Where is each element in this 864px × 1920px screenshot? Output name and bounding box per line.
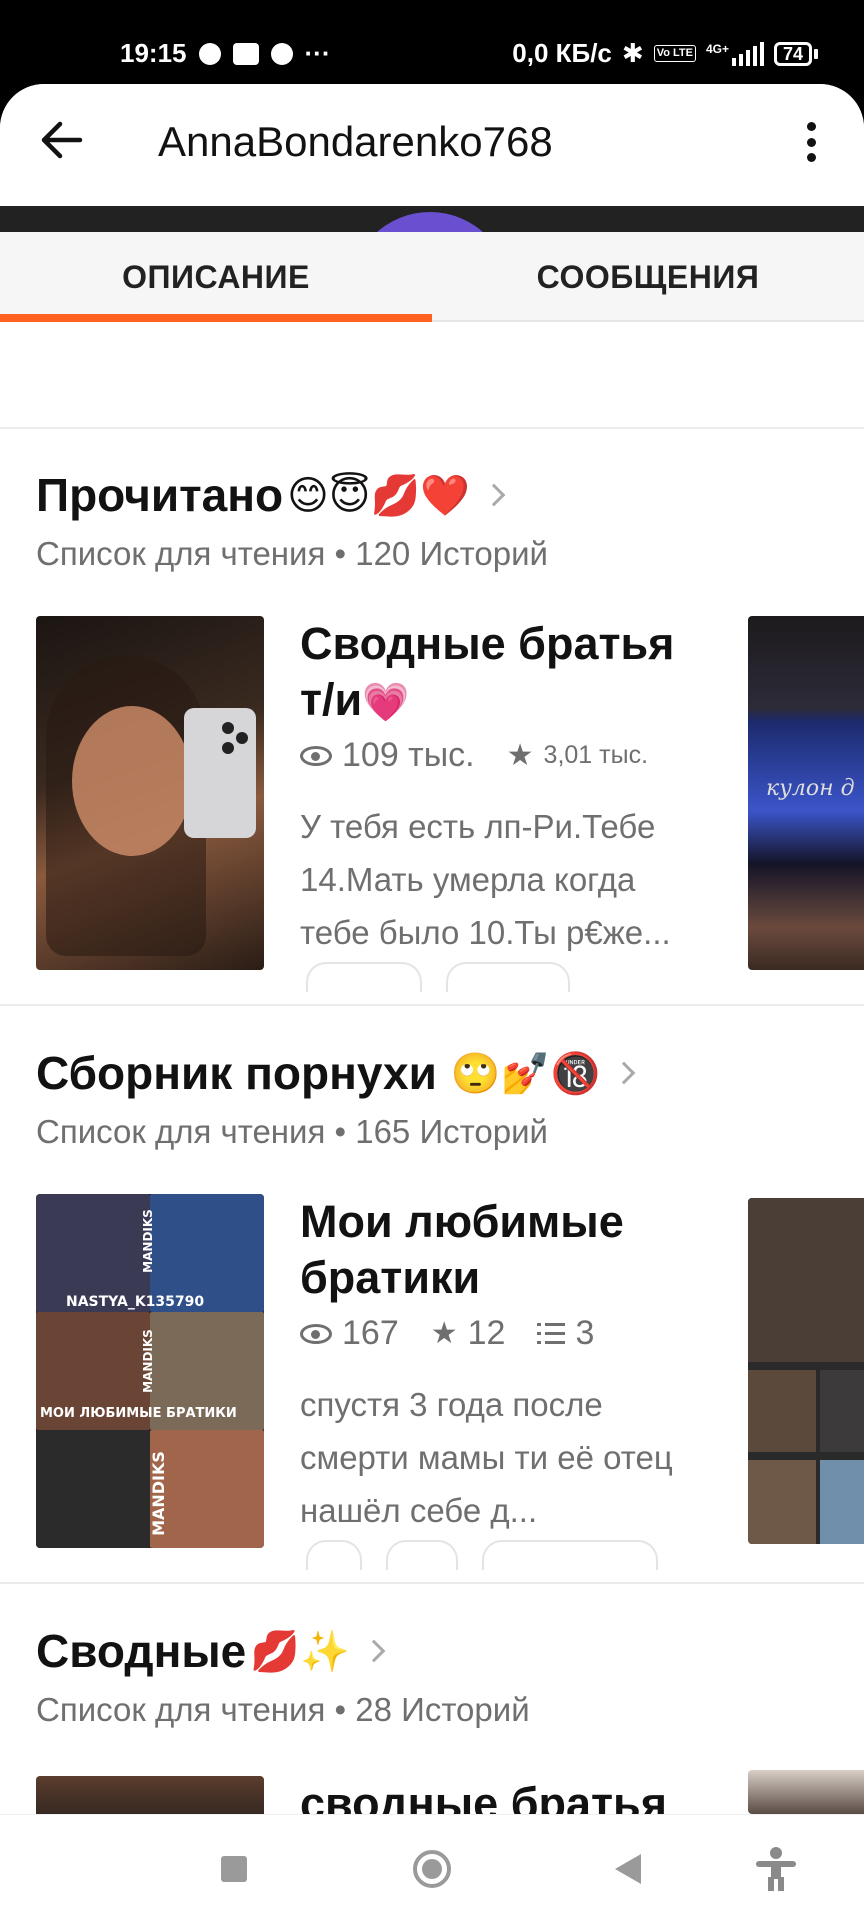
home-button[interactable] [404,1841,460,1897]
status-left: 19:15 ··· [120,38,330,69]
divider [0,427,864,429]
tab-description[interactable]: ОПИСАНИЕ [0,232,432,322]
square-icon [221,1856,247,1882]
next-story-cover[interactable]: кулон д [748,616,864,970]
story-cover[interactable]: NASTYA_K135790 MANDIKS MANDIKS МОИ ЛЮБИМ… [36,1194,264,1548]
profile-username: AnnaBondarenko768 [158,118,553,165]
reading-list-emoji: 🙄💅🔞 [450,1050,601,1097]
status-right: 0,0 КБ/с ✱ Vo LTE 4G+ 74 [512,38,818,69]
star-icon: ★ [430,1315,458,1351]
signal-icon: 4G+ [705,41,764,66]
votes-count: 12 [467,1314,506,1352]
story-title[interactable]: Мои любимые братики [300,1194,720,1306]
tag-pill[interactable] [306,962,422,992]
cover-text: MANDIKS [140,1329,155,1393]
views-stat: 167 [300,1314,399,1353]
views-count: 109 тыс. [342,736,475,774]
chevron-right-icon [362,1639,386,1663]
back-button[interactable] [36,114,88,166]
story-title-emoji: 💗 [362,680,410,724]
more-notifications: ··· [304,38,331,68]
story-cover[interactable] [36,1776,264,1814]
votes-stat: ★ 3,01 тыс. [506,737,649,773]
accessibility-icon [756,1847,796,1891]
eye-icon [300,745,332,766]
story-stats: 109 тыс. ★ 3,01 тыс. [300,736,680,775]
cover-text: MANDIKS [148,1451,168,1536]
story-description: спустя 3 года после смерти мамы ти её от… [300,1386,673,1529]
parts-count: 3 [575,1314,595,1352]
app-header: AnnaBondarenko768 [0,84,864,206]
triangle-back-icon [615,1854,641,1884]
profile-cover [0,206,864,232]
cover-text: MANDIKS [140,1209,155,1273]
story-title-text: Сводные братья т/и [300,618,675,725]
battery-level: 74 [773,41,812,66]
reading-list-title[interactable]: Сборник порнухи 🙄💅🔞 [36,1046,636,1100]
parts-stat: 3 [537,1314,594,1353]
network-speed: 0,0 КБ/с [512,38,612,68]
reading-list-subtitle: Список для чтения • 165 Историй [36,1113,548,1150]
star-icon: ★ [506,737,534,773]
chevron-right-icon [482,483,506,507]
video-notification-icon [232,42,259,65]
reading-list-subtitle: Список для чтения • 28 Историй [36,1691,530,1728]
story-tags [306,962,570,992]
cover-text: NASTYA_K135790 [66,1294,205,1310]
reading-list-name: Прочитано [36,469,284,521]
circle-icon [413,1850,451,1888]
story-title[interactable]: Сводные братья т/и💗 [300,616,720,730]
more-options-icon[interactable] [796,118,826,166]
story-tags [306,1540,658,1570]
reading-list-emoji: 😊😇💋❤️ [287,472,471,519]
bluetooth-icon: ✱ [621,38,644,69]
views-stat: 109 тыс. [300,736,475,775]
story-stats: 167 ★ 12 3 [300,1314,626,1353]
votes-count: 3,01 тыс. [543,741,649,769]
list-icon [537,1322,566,1345]
reading-list-name: Сводные [36,1625,247,1677]
reading-list-subtitle: Список для чтения • 120 Историй [36,535,548,572]
system-navigation-bar [0,1814,864,1920]
volte-badge: Vo LTE [653,45,696,62]
story-cover[interactable] [36,616,264,970]
network-type: 4G+ [705,41,729,56]
reading-list-name: Сборник порнухи [36,1047,437,1099]
reading-list-emoji: 💋✨ [250,1628,350,1675]
recents-button[interactable] [206,1841,262,1897]
tag-pill[interactable] [306,1540,362,1570]
next-story-cover[interactable] [748,1770,864,1814]
system-back-button[interactable] [600,1841,656,1897]
battery-icon: 74 [773,41,818,66]
tag-pill[interactable] [386,1540,458,1570]
next-story-cover[interactable] [748,1198,864,1544]
profile-tabs: ОПИСАНИЕ СООБЩЕНИЯ [0,232,864,322]
tag-pill[interactable] [446,962,570,992]
views-count: 167 [342,1314,399,1352]
avatar[interactable] [350,212,510,232]
cover-text: МОИ ЛЮБИМЫЕ БРАТИКИ [40,1406,237,1421]
umbrella-notification-icon [270,42,293,65]
active-tab-indicator [0,314,432,322]
reading-list-title[interactable]: Сводные 💋✨ [36,1624,386,1678]
tag-pill[interactable] [482,1540,658,1570]
arrow-left-icon [41,121,83,159]
votes-stat: ★ 12 [431,1314,506,1353]
reading-list-title[interactable]: Прочитано 😊😇💋❤️ [36,468,506,522]
status-bar: 19:15 ··· 0,0 КБ/с ✱ Vo LTE 4G+ 74 [0,0,864,84]
chat-notification-icon [198,42,221,65]
divider [0,1582,864,1584]
story-description: У тебя есть лп-Ри.Тебе 14.Мать умерла ко… [300,808,671,951]
chevron-right-icon [612,1061,636,1085]
next-story-cover-caption: кулон д [766,776,855,801]
story-title[interactable]: сводные братья [300,1776,720,1814]
divider [0,1004,864,1006]
app-screen: AnnaBondarenko768 ОПИСАНИЕ СООБЩЕНИЯ Про… [0,84,864,1814]
status-time: 19:15 [120,38,187,68]
eye-icon [300,1323,332,1344]
tab-messages[interactable]: СООБЩЕНИЯ [432,232,864,322]
accessibility-button[interactable] [748,1841,804,1897]
